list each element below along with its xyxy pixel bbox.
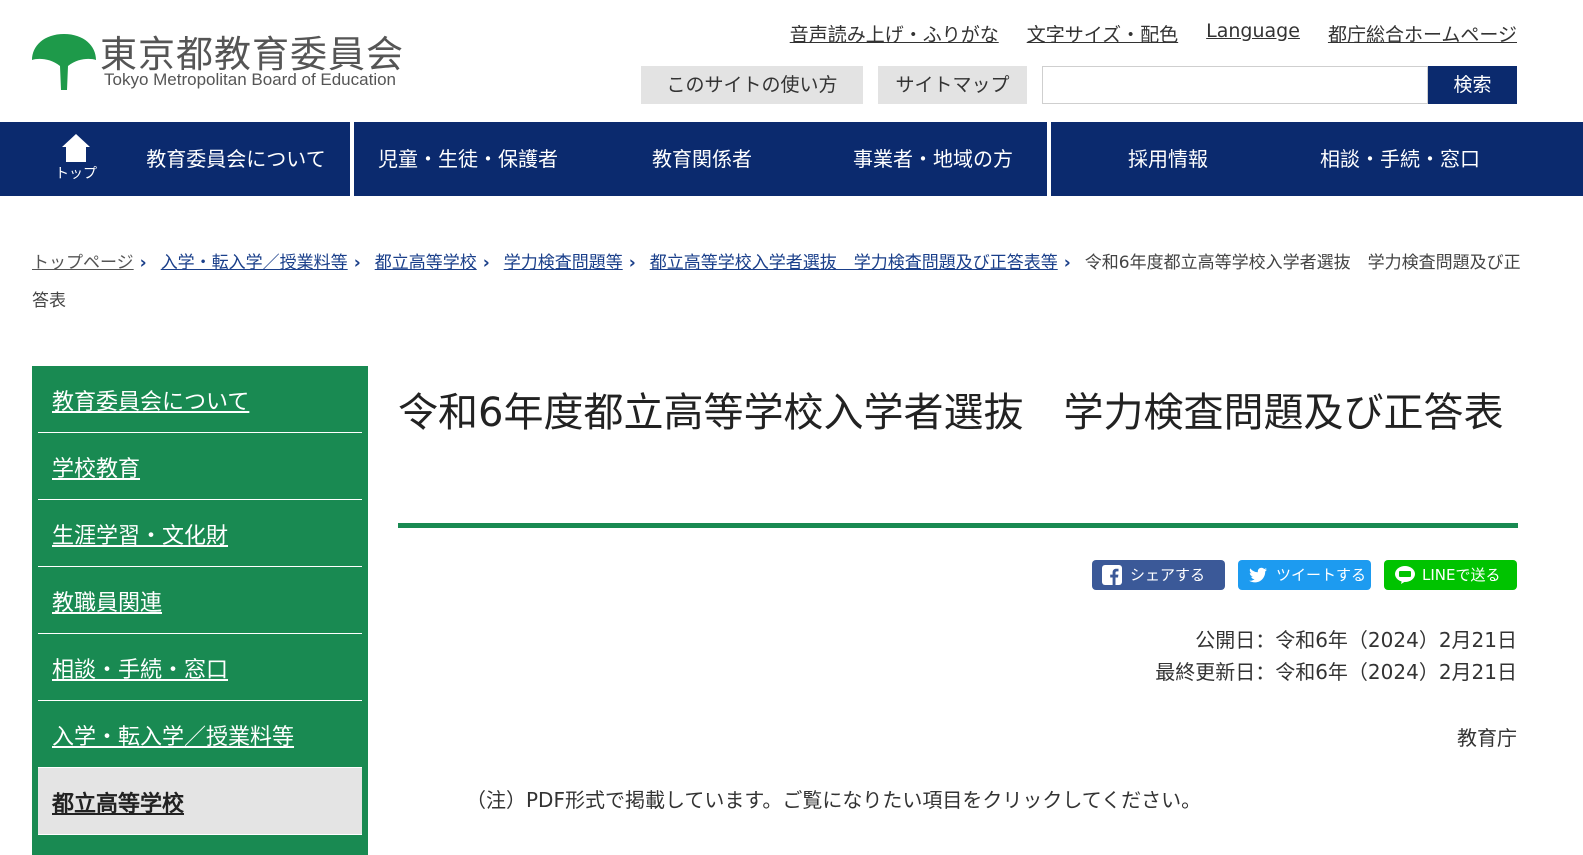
twitter-icon <box>1249 567 1267 583</box>
side-nav-item: 生涯学習・文化財 <box>38 500 362 567</box>
chevron-right-icon: › <box>353 253 361 273</box>
site-header: 東京都教育委員会 Tokyo Metropolitan Board of Edu… <box>0 0 1583 122</box>
facebook-share-button[interactable]: シェアする <box>1092 560 1225 590</box>
breadcrumb-link-exam-answers[interactable]: 都立高等学校入学者選抜 学力検査問題及び正答表等 <box>650 253 1058 273</box>
gnav-home[interactable]: トップ <box>44 132 108 190</box>
util-link-font-size[interactable]: 文字サイズ・配色 <box>1027 20 1178 47</box>
util-link-speech[interactable]: 音声読み上げ・ふりがな <box>790 20 999 47</box>
side-nav: 教育委員会について 学校教育 生涯学習・文化財 教職員関連 相談・手続・窓口 入… <box>32 366 368 855</box>
gnav-item-board[interactable]: 教育委員会について <box>122 122 350 196</box>
breadcrumb-link-top[interactable]: トップページ <box>32 253 134 273</box>
published-date: 公開日：令和6年（2024）2月21日 <box>1195 628 1517 652</box>
facebook-share-label: シェアする <box>1130 566 1206 584</box>
gnav-item-educators[interactable]: 教育関係者 <box>604 122 800 196</box>
gnav-item-students[interactable]: 児童・生徒・保護者 <box>354 122 582 196</box>
util-link-tocho-home[interactable]: 都庁総合ホームページ <box>1328 20 1517 47</box>
chevron-right-icon: › <box>139 253 147 273</box>
chevron-right-icon: › <box>628 253 636 273</box>
updated-date: 最終更新日：令和6年（2024）2月21日 <box>1155 660 1517 684</box>
search-input[interactable] <box>1042 66 1428 104</box>
site-usage-button[interactable]: このサイトの使い方 <box>641 66 863 104</box>
page-title: 令和6年度都立高等学校入学者選抜 学力検査問題及び正答表 <box>398 390 1504 436</box>
side-nav-link-highschool[interactable]: 都立高等学校 <box>52 786 184 818</box>
line-share-label: LINEで送る <box>1422 566 1501 584</box>
side-nav-item: 教職員関連 <box>38 567 362 634</box>
side-nav-link-board[interactable]: 教育委員会について <box>52 384 249 416</box>
sitemap-button[interactable]: サイトマップ <box>878 66 1027 104</box>
chevron-right-icon: › <box>482 253 490 273</box>
side-nav-item: 学校教育 <box>38 433 362 500</box>
side-nav-link-admission[interactable]: 入学・転入学／授業料等 <box>52 719 294 751</box>
twitter-share-label: ツイートする <box>1276 566 1367 584</box>
breadcrumb: トップページ › 入学・転入学／授業料等 › 都立高等学校 › 学力検査問題等 › 都立高等学校… <box>32 244 1522 320</box>
site-logo[interactable]: 東京都教育委員会 Tokyo Metropolitan Board of Edu… <box>30 24 440 96</box>
home-icon <box>62 134 90 162</box>
department-name: 教育庁 <box>1457 726 1517 750</box>
search-button[interactable]: 検索 <box>1428 66 1517 104</box>
gnav-item-consult[interactable]: 相談・手続・窓口 <box>1285 122 1515 196</box>
title-underline <box>398 523 1518 528</box>
logo-english-text: Tokyo Metropolitan Board of Education <box>104 70 397 89</box>
side-nav-item: 相談・手続・窓口 <box>38 634 362 701</box>
side-nav-item: 入学・転入学／授業料等 <box>38 701 362 768</box>
breadcrumb-link-highschool[interactable]: 都立高等学校 <box>375 253 477 273</box>
util-link-language[interactable]: Language <box>1206 20 1300 47</box>
side-nav-item: 教育委員会について <box>38 366 362 433</box>
facebook-icon <box>1102 565 1122 585</box>
side-nav-link-school-education[interactable]: 学校教育 <box>52 451 140 483</box>
side-nav-link-lifelong[interactable]: 生涯学習・文化財 <box>52 518 228 550</box>
side-nav-link-consult[interactable]: 相談・手続・窓口 <box>52 652 228 684</box>
line-share-button[interactable]: LINEで送る <box>1384 560 1517 590</box>
gnav-item-business[interactable]: 事業者・地域の方 <box>826 122 1040 196</box>
side-nav-item-active: 都立高等学校 <box>38 768 362 835</box>
breadcrumb-link-exam-problems[interactable]: 学力検査問題等 <box>504 253 623 273</box>
utility-links: 音声読み上げ・ふりがな 文字サイズ・配色 Language 都庁総合ホームページ <box>790 20 1517 47</box>
gnav-item-recruit[interactable]: 採用情報 <box>1051 122 1285 196</box>
pdf-note: （注）PDF形式で掲載しています。ご覧になりたい項目をクリックしてください。 <box>466 788 1202 812</box>
publish-dates: 公開日：令和6年（2024）2月21日 最終更新日：令和6年（2024）2月21… <box>1155 624 1517 688</box>
line-icon <box>1395 566 1415 584</box>
ginkgo-leaf-icon <box>32 34 96 90</box>
chevron-right-icon: › <box>1063 253 1071 273</box>
breadcrumb-link-admission[interactable]: 入学・転入学／授業料等 <box>161 253 348 273</box>
gnav-home-label: トップ <box>55 166 97 182</box>
side-nav-link-staff[interactable]: 教職員関連 <box>52 585 162 617</box>
twitter-share-button[interactable]: ツイートする <box>1238 560 1371 590</box>
global-nav: トップ 教育委員会について 児童・生徒・保護者 教育関係者 事業者・地域の方 採… <box>0 122 1583 196</box>
